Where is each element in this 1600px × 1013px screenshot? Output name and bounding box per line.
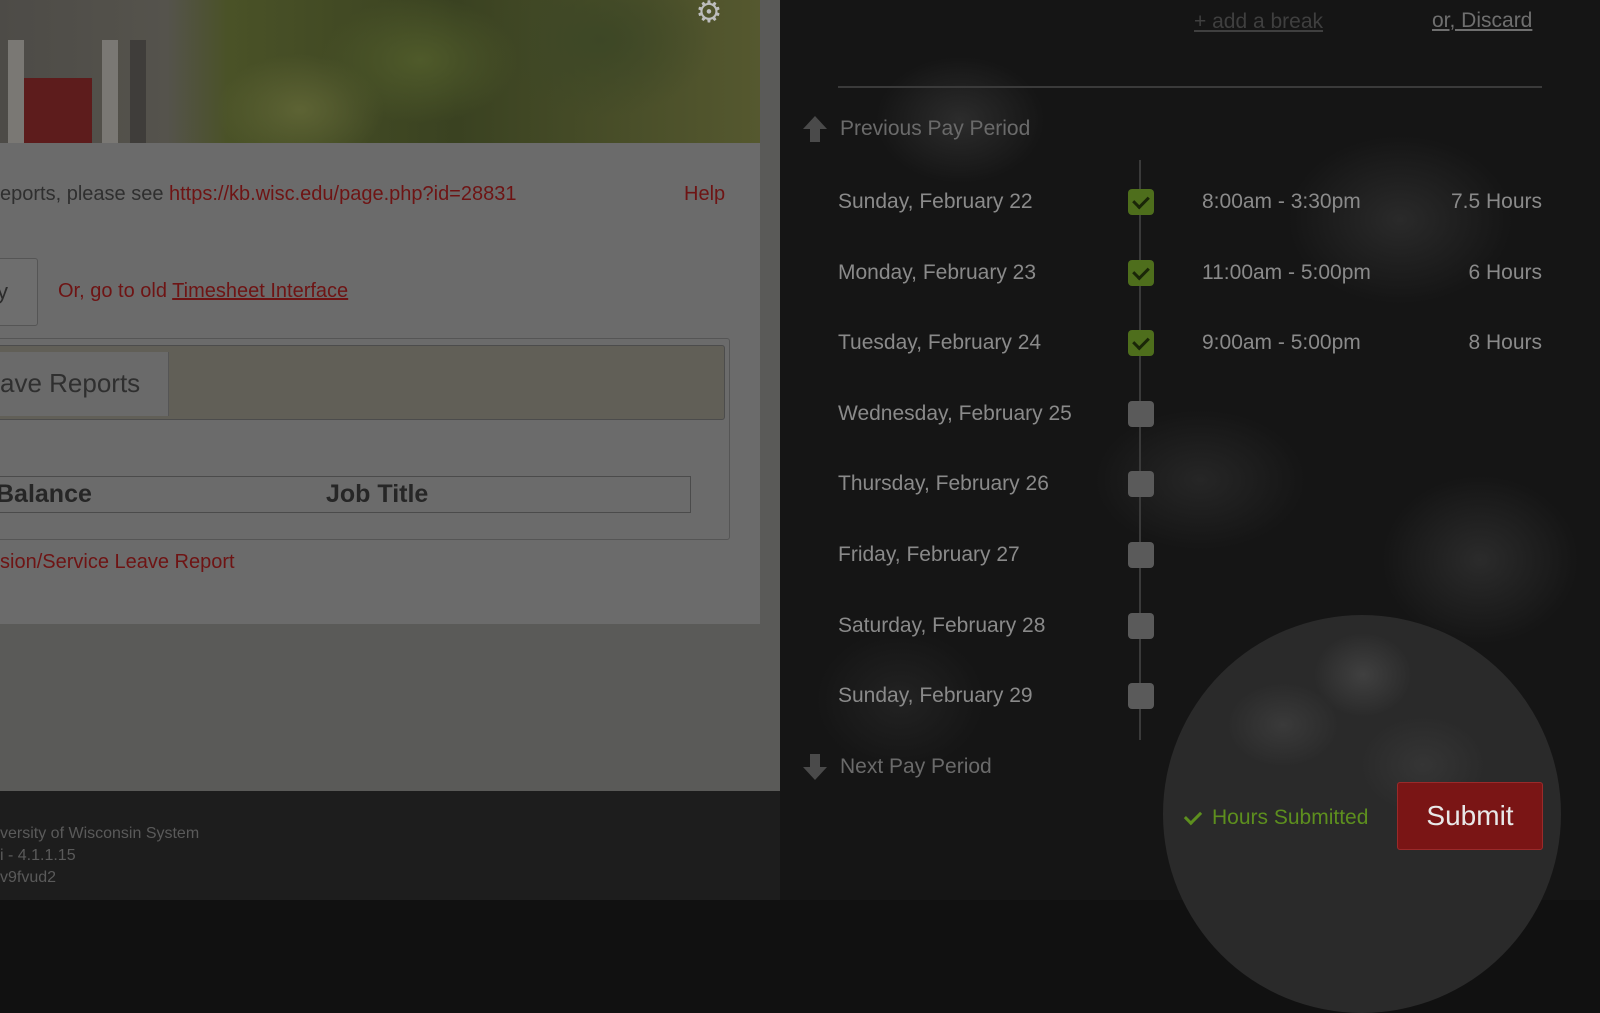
day-hours: 8 Hours [1468, 331, 1542, 354]
partial-button[interactable]: y [0, 258, 38, 326]
day-time-range: 9:00am - 5:00pm [1202, 331, 1361, 354]
arrow-down-icon [803, 754, 827, 780]
table-header: Balance Job Title [0, 476, 691, 513]
hours-submitted-status: Hours Submitted [1183, 806, 1369, 830]
footer: versity of Wisconsin System i - 4.1.1.15… [0, 791, 780, 900]
info-text-prefix: eports, please see [0, 183, 164, 205]
day-hours: 7.5 Hours [1450, 190, 1542, 213]
day-checkbox[interactable] [1128, 330, 1154, 356]
help-link[interactable]: Help [684, 183, 725, 206]
timesheet-interface-link[interactable]: Timesheet Interface [172, 280, 348, 302]
day-checkbox[interactable] [1128, 189, 1154, 215]
previous-pay-period[interactable]: Previous Pay Period [802, 115, 1030, 143]
footer-line: versity of Wisconsin System [0, 825, 200, 842]
day-checkbox[interactable] [1128, 613, 1154, 639]
day-label[interactable]: Saturday, February 28 [838, 614, 1045, 638]
day-label[interactable]: Wednesday, February 25 [838, 402, 1072, 426]
arrow-up-icon [803, 116, 827, 142]
day-hours: 6 Hours [1468, 261, 1542, 284]
discard-link[interactable]: or, Discard [1432, 9, 1532, 33]
leave-report-link[interactable]: sion/Service Leave Report [0, 551, 235, 574]
old-interface-prefix: Or, go to old [58, 280, 167, 302]
day-checkbox[interactable] [1128, 471, 1154, 497]
day-label[interactable]: Tuesday, February 24 [838, 331, 1041, 355]
header-photo [0, 0, 760, 143]
next-pay-period[interactable]: Next Pay Period [802, 753, 992, 781]
day-checkbox[interactable] [1128, 260, 1154, 286]
footer-line: i - 4.1.1.15 [0, 847, 76, 864]
next-pay-period-label: Next Pay Period [840, 755, 992, 778]
day-time-range: 11:00am - 5:00pm [1202, 261, 1371, 284]
old-interface-text: Or, go to old Timesheet Interface [58, 280, 348, 303]
day-checkbox[interactable] [1128, 542, 1154, 568]
day-label[interactable]: Monday, February 23 [838, 261, 1036, 285]
tab-leave-reports[interactable]: ave Reports [0, 352, 169, 416]
photo-red-block [22, 78, 92, 143]
background-app: ⚙ eports, please see https://kb.wisc.edu… [0, 0, 780, 900]
divider [838, 86, 1542, 88]
add-break-link[interactable]: + add a break [1194, 10, 1323, 34]
hours-submitted-label: Hours Submitted [1212, 806, 1369, 829]
column-header-balance: Balance [0, 480, 92, 508]
gear-icon[interactable]: ⚙ [694, 0, 724, 28]
photo-pillar [8, 40, 24, 143]
day-label[interactable]: Sunday, February 29 [838, 684, 1033, 708]
day-checkbox[interactable] [1128, 401, 1154, 427]
info-text: eports, please see https://kb.wisc.edu/p… [0, 183, 516, 206]
column-header-job-title: Job Title [326, 480, 429, 508]
footer-line: v9fvud2 [0, 869, 57, 886]
kb-link[interactable]: https://kb.wisc.edu/page.php?id=28831 [169, 183, 516, 205]
photo-pillar [130, 40, 146, 143]
day-checkbox[interactable] [1128, 683, 1154, 709]
photo-pillar [102, 40, 118, 143]
day-label[interactable]: Friday, February 27 [838, 543, 1020, 567]
day-label[interactable]: Thursday, February 26 [838, 472, 1049, 496]
day-time-range: 8:00am - 3:30pm [1202, 190, 1361, 213]
day-label[interactable]: Sunday, February 22 [838, 190, 1033, 214]
timeline-line [1139, 160, 1141, 740]
previous-pay-period-label: Previous Pay Period [840, 117, 1031, 140]
submit-button[interactable]: Submit [1397, 782, 1543, 850]
